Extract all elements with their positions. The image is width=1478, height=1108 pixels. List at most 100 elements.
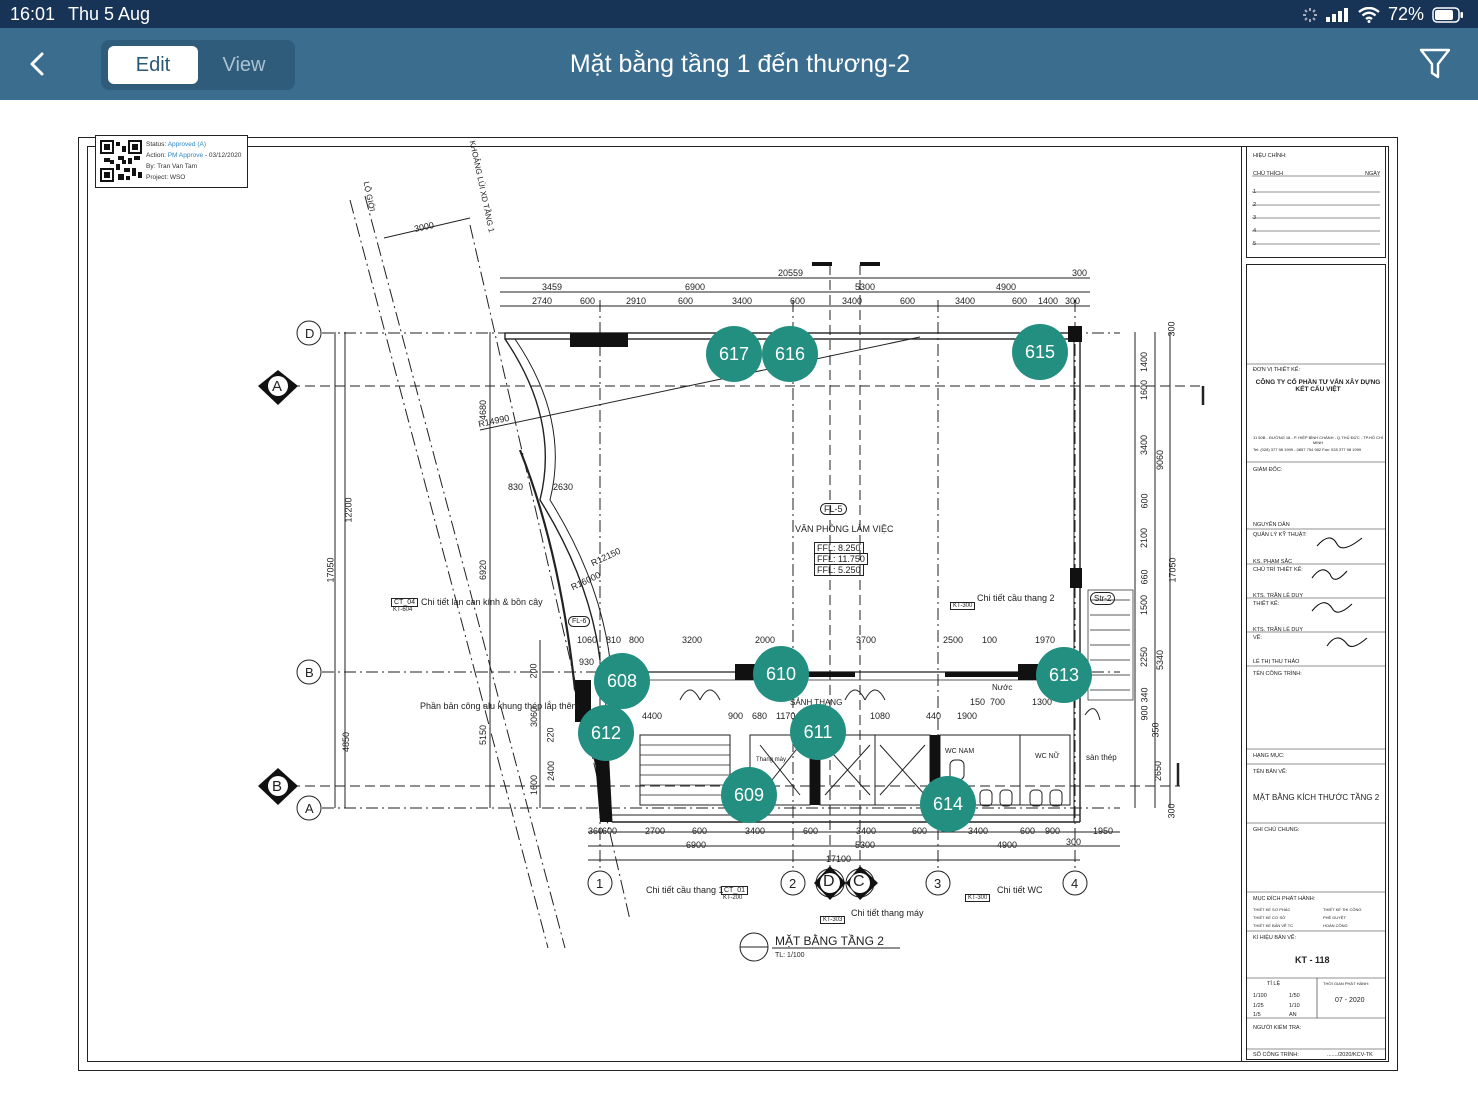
dim-top-sub: 600 (1012, 296, 1028, 306)
stamp-action-date: - 03/12/2020 (204, 152, 242, 159)
annotation: 830 (508, 482, 524, 492)
issue-marker-613[interactable]: 613 (1036, 647, 1092, 703)
dim-bottom-total: 5300 (855, 840, 876, 850)
dim-right: 2100 (1139, 527, 1150, 549)
dim-left: 200 (528, 663, 539, 679)
annotation: 150 (970, 697, 986, 707)
grid-label-3: 3 (934, 876, 942, 891)
dim-bottom: 3400 (745, 826, 766, 836)
signature (1326, 637, 1368, 647)
dim-top: 300 (1072, 268, 1088, 278)
annotation: Chi tiết cầu thang 2 (977, 593, 1055, 603)
dim-right: 350 (1150, 722, 1161, 738)
annotation: 4400 (642, 711, 663, 721)
stamp-action-value: PM Approve (167, 152, 204, 159)
annotation: 2000 (755, 635, 776, 645)
annotation: Chi tiết thang máy (851, 908, 924, 918)
section-label-d: D (823, 873, 835, 890)
issue-marker-611[interactable]: 611 (790, 704, 846, 760)
grid-label-4: 4 (1071, 876, 1079, 891)
annotation: Phần bản công alu khung thép lắp thêm (420, 701, 580, 711)
detail-ref: KT-200 (723, 895, 743, 901)
dim-right: 3400 (1139, 434, 1150, 456)
signature (1316, 537, 1363, 549)
dim-right: 300 (1166, 803, 1177, 819)
annotation: Chi tiết lan can kính & bồn cây (421, 597, 543, 607)
issue-marker-610[interactable]: 610 (753, 646, 809, 702)
dim-left: 5150 (478, 724, 489, 746)
dim-top-sub: 3400 (955, 296, 976, 306)
dim-top-sub: 3400 (842, 296, 863, 306)
annotation: sàn thép (1086, 753, 1117, 762)
issue-marker-615[interactable]: 615 (1012, 324, 1068, 380)
dim-top-sub: 300 (1065, 296, 1081, 306)
grid-label-1: 1 (596, 876, 604, 891)
annotation: Nước (992, 683, 1013, 692)
signature (1311, 569, 1348, 580)
room-tag: FL-5 (820, 503, 847, 515)
stamp-by: By: Tran Van Tam (146, 163, 198, 170)
dim-top-sub: 3400 (732, 296, 753, 306)
dim-bottom: 360 (588, 826, 604, 836)
issue-marker-614[interactable]: 614 (920, 776, 976, 832)
detail-ref: KT-303 (820, 916, 846, 924)
dim-right: 9060 (1155, 449, 1166, 471)
detail-ref: KT-300 (965, 894, 991, 902)
dim-top-sub: 1400 (1038, 296, 1059, 306)
dim-right: 1400 (1139, 351, 1150, 373)
dim-bottom: 600 (602, 826, 618, 836)
dim-bottom: 1950 (1093, 826, 1114, 836)
dim-top-sub: 600 (790, 296, 806, 306)
dim-right: 1500 (1139, 594, 1150, 616)
stamp-status-value: Approved (A) (167, 141, 206, 148)
detail-ref: Str-2 (1090, 592, 1116, 605)
grid-label-a: A (305, 801, 314, 816)
room-label: VĂN PHÒNG LÀM VIỆC (795, 524, 894, 534)
detail-ref: KT-604 (393, 607, 413, 613)
annotation: 930 (579, 657, 595, 667)
detail-ref: CT_04 (391, 598, 419, 607)
dim-right: 660 (1139, 569, 1150, 585)
dim-left: 1600 (529, 774, 540, 796)
issue-marker-608[interactable]: 608 (594, 653, 650, 709)
dim-right: 300 (1166, 321, 1177, 337)
issue-marker-612[interactable]: 612 (578, 705, 634, 761)
dim-right: 2250 (1139, 646, 1150, 668)
dim-right: 340 (1139, 687, 1150, 703)
dim-right: 600 (1139, 493, 1150, 509)
dim-right: 5340 (1155, 649, 1166, 671)
title-block: HIỆU CHỈNH: CHỦ THÍCH NGÀY 1 2 3 4 5 ĐƠN… (1241, 146, 1390, 1062)
dim-bottom: 600 (912, 826, 928, 836)
dim-right: 1600 (1139, 379, 1150, 401)
dim-bottom-total: 4900 (997, 840, 1018, 850)
dim-left: 6920 (478, 559, 489, 581)
annotation: 900 (728, 711, 744, 721)
dim-right: 2650 (1153, 760, 1164, 782)
dim-top-sub: 600 (900, 296, 916, 306)
annotation: 3700 (856, 635, 877, 645)
issue-marker-609[interactable]: 609 (721, 767, 777, 823)
issue-marker-616[interactable]: 616 (762, 326, 818, 382)
dim-top: 5300 (855, 282, 876, 292)
dim-bottom: 3400 (856, 826, 877, 836)
grid-label-b: B (305, 665, 314, 680)
dim-right: 17050 (1167, 557, 1178, 583)
dim-bottom-total: 300 (1066, 837, 1082, 847)
annotation: Chi tiết WC (997, 885, 1043, 895)
dim-left: 4850 (341, 731, 352, 753)
dim-top-sub: 2740 (532, 296, 553, 306)
stamp-status-label: Status: (146, 141, 167, 148)
detail-ref: FL-6 (568, 616, 591, 627)
section-label-a: A (272, 378, 283, 395)
issue-marker-617[interactable]: 617 (706, 326, 762, 382)
dim-left: 220 (545, 727, 556, 743)
annotation: 1970 (1035, 635, 1056, 645)
section-label-b: B (272, 778, 283, 795)
dim-bottom: 3400 (968, 826, 989, 836)
annotation: 800 (629, 635, 645, 645)
annotation: WC NỮ (1035, 753, 1060, 760)
qr-code-icon (100, 140, 142, 182)
dim-bottom-total: 6900 (686, 840, 707, 850)
approval-stamp[interactable]: Status: Approved (A) Action: PM Approve … (95, 135, 248, 188)
annotation: 2630 (553, 482, 574, 492)
